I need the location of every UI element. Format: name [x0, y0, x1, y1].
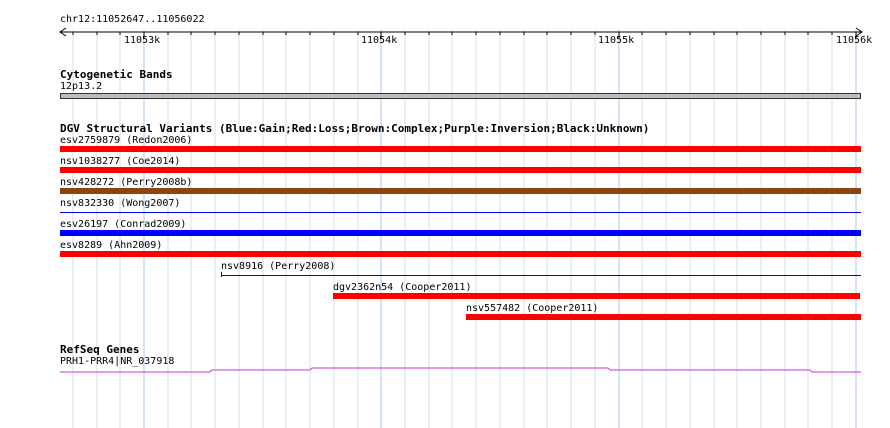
- variant-bar[interactable]: [60, 251, 861, 257]
- variant-bar[interactable]: [466, 314, 861, 320]
- cytoband-label: 12p13.2: [60, 81, 103, 92]
- ruler-tick-label: 11056k: [836, 35, 873, 46]
- variant-start-marker: [221, 272, 222, 277]
- variant-bar[interactable]: [60, 230, 861, 236]
- cytoband-bar[interactable]: [60, 93, 861, 99]
- refseq-track-title: RefSeq Genes: [60, 343, 140, 356]
- variant-bar[interactable]: [60, 167, 861, 173]
- variant-bar[interactable]: [60, 212, 861, 213]
- variant-label: nsv832330 (Wong2007): [60, 198, 181, 209]
- ruler-tick-label: 11055k: [598, 35, 635, 46]
- ruler-tick-label: 11053k: [124, 35, 161, 46]
- variant-bar[interactable]: [60, 146, 861, 152]
- variant-bar[interactable]: [60, 188, 861, 194]
- variant-bar[interactable]: [333, 293, 860, 299]
- ruler-tick-label: 11054k: [361, 35, 398, 46]
- variant-bar[interactable]: [221, 275, 861, 276]
- dgv-track-title: DGV Structural Variants (Blue:Gain;Red:L…: [60, 122, 650, 135]
- cytoband-track-title: Cytogenetic Bands: [60, 68, 173, 81]
- gene-model[interactable]: [0, 364, 890, 376]
- genome-browser-view: chr12:11052647..11056022 11053k 11054k 1…: [0, 0, 890, 428]
- variant-label: nsv8916 (Perry2008): [221, 261, 336, 272]
